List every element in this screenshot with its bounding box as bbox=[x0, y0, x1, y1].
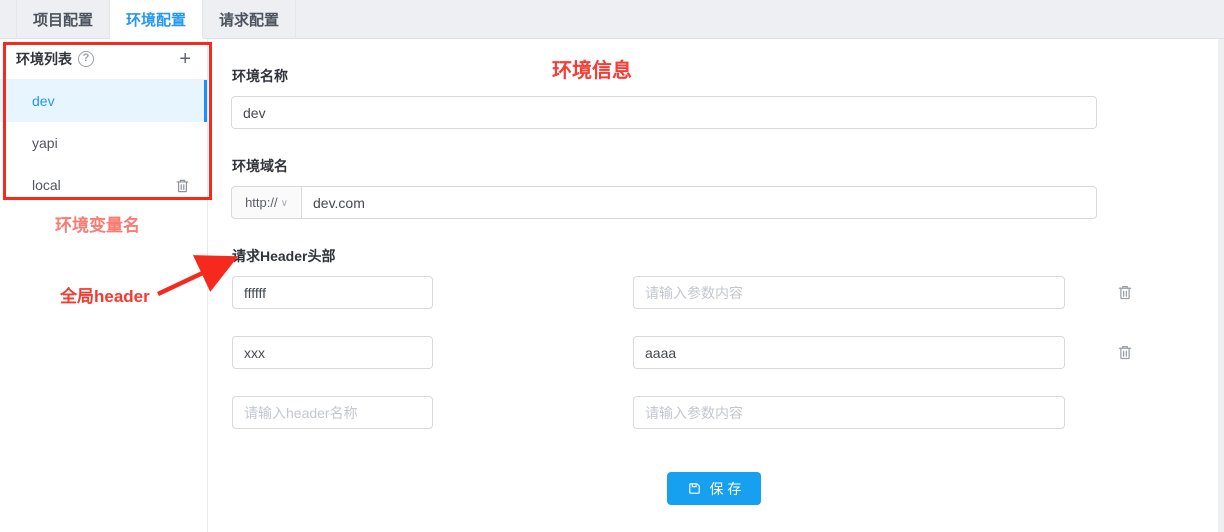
annotation-env-info: 环境信息 bbox=[552, 54, 632, 83]
delete-header-row-2-icon[interactable] bbox=[1116, 342, 1136, 362]
tab-request-config[interactable]: 请求配置 bbox=[203, 0, 296, 38]
env-domain-input[interactable] bbox=[302, 186, 1097, 219]
env-item-label: local bbox=[32, 177, 61, 193]
chevron-down-icon: ∨ bbox=[281, 198, 288, 209]
add-environment-icon[interactable]: + bbox=[179, 50, 191, 68]
header-name-input-1[interactable] bbox=[232, 276, 433, 309]
save-button[interactable]: 保 存 bbox=[667, 472, 761, 505]
sidebar-item-yapi[interactable]: yapi bbox=[0, 122, 207, 164]
env-domain-group: http:// ∨ bbox=[231, 186, 1097, 219]
header-name-input-3[interactable] bbox=[232, 396, 433, 429]
delete-header-row-1-icon[interactable] bbox=[1116, 282, 1136, 302]
environment-config-page: 项目配置 环境配置 请求配置 环境列表 ? + dev yapi local bbox=[0, 0, 1224, 532]
header-name-input-2[interactable] bbox=[232, 336, 433, 369]
env-item-label: dev bbox=[32, 93, 55, 109]
env-name-input[interactable] bbox=[231, 96, 1097, 129]
save-button-label: 保 存 bbox=[710, 479, 742, 499]
header-value-input-3[interactable] bbox=[633, 396, 1065, 429]
request-header-section-label: 请求Header头部 bbox=[232, 246, 335, 266]
sidebar-item-local[interactable]: local bbox=[0, 164, 207, 206]
delete-environment-icon[interactable] bbox=[174, 177, 191, 194]
scrollbar-track[interactable] bbox=[1218, 39, 1224, 532]
env-name-label: 环境名称 bbox=[232, 66, 288, 86]
header-value-input-1[interactable] bbox=[633, 276, 1065, 309]
environment-sidebar: 环境列表 ? + dev yapi local bbox=[0, 39, 208, 532]
protocol-select[interactable]: http:// ∨ bbox=[231, 186, 302, 219]
protocol-value: http:// bbox=[245, 195, 278, 210]
tab-project-config[interactable]: 项目配置 bbox=[16, 0, 110, 38]
config-tabbar: 项目配置 环境配置 请求配置 bbox=[0, 0, 1224, 39]
environment-list-title: 环境列表 bbox=[16, 49, 72, 69]
tab-environment-config[interactable]: 环境配置 bbox=[110, 0, 203, 38]
save-icon bbox=[687, 481, 702, 496]
env-item-label: yapi bbox=[32, 135, 58, 151]
environment-list-header: 环境列表 ? + bbox=[0, 39, 207, 80]
env-domain-label: 环境域名 bbox=[232, 156, 288, 176]
header-value-input-2[interactable] bbox=[633, 336, 1065, 369]
sidebar-item-dev[interactable]: dev bbox=[0, 80, 207, 122]
help-question-icon[interactable]: ? bbox=[78, 51, 94, 67]
